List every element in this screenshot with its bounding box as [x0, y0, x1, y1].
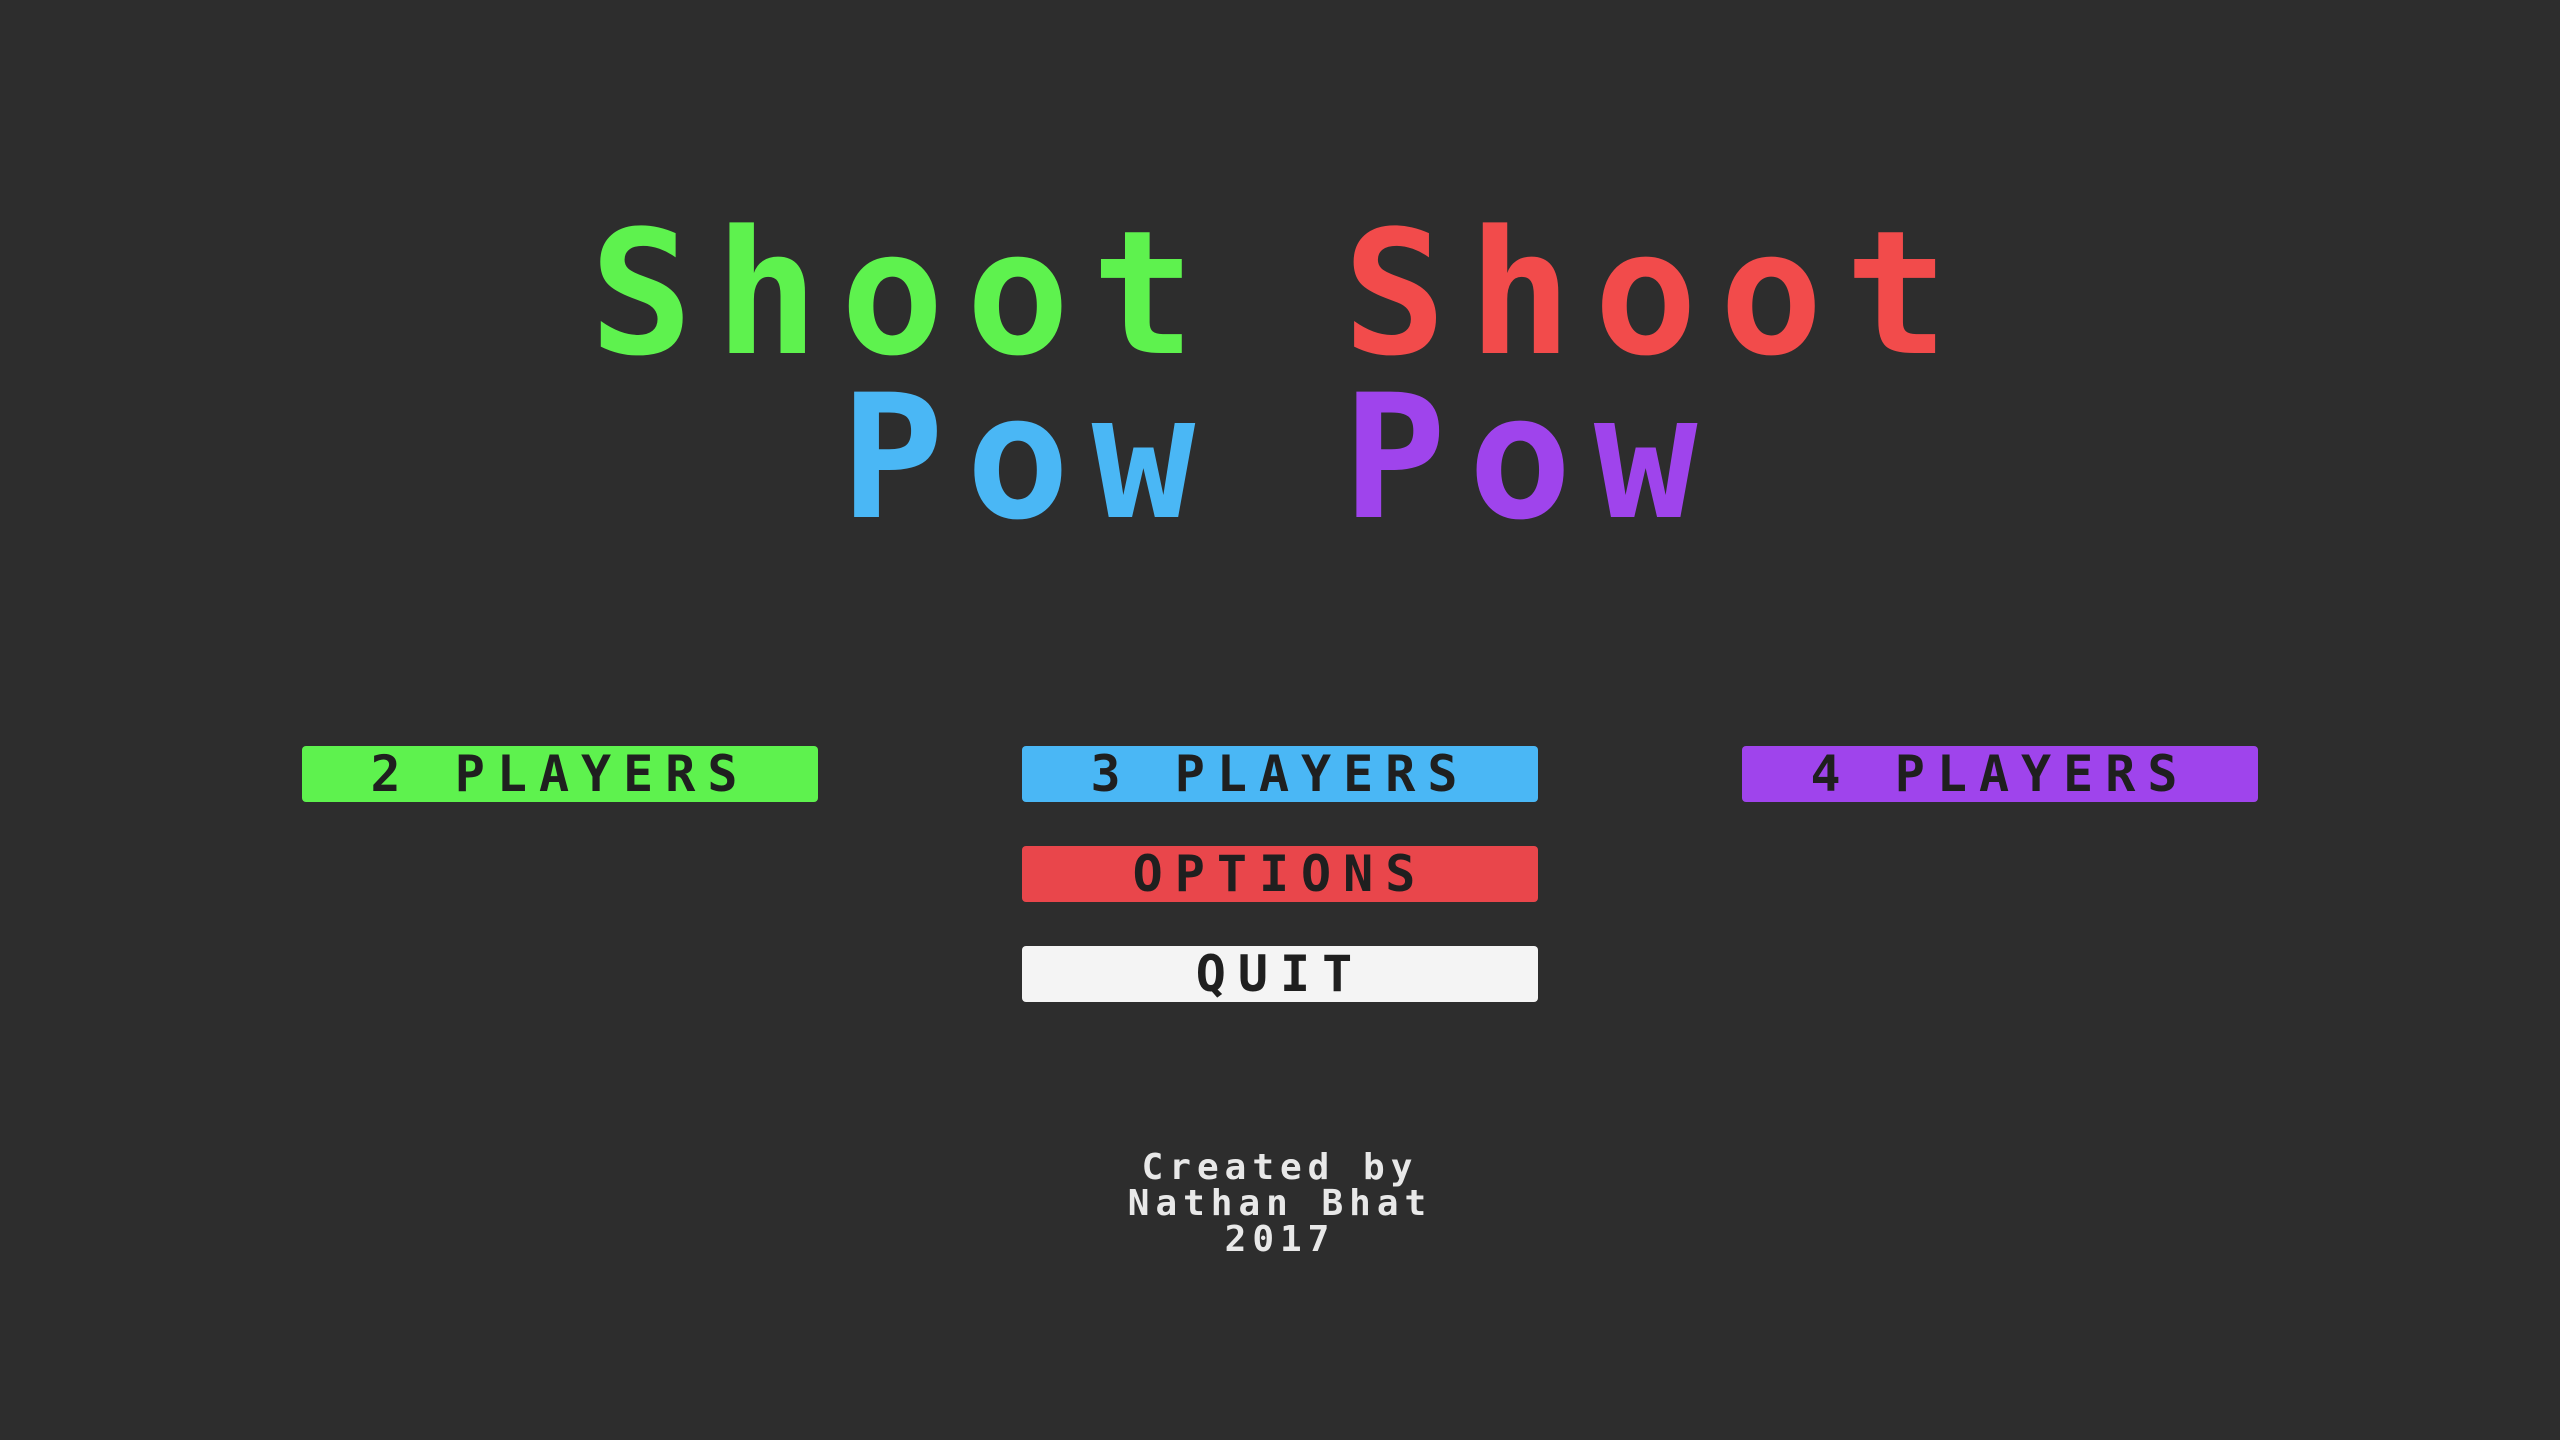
main-menu-screen: Shoot Shoot Pow Pow 2 PLAYERS 3 PLAYERS … — [0, 0, 2560, 1440]
title-word-purple: Pow — [1342, 357, 1720, 558]
credits-line-created-by: Created by — [1141, 1147, 1419, 1188]
options-button[interactable]: OPTIONS — [1022, 845, 1538, 903]
credits: Created by Nathan Bhat 2017 — [0, 1150, 2560, 1258]
title-word-blue: Pow — [840, 357, 1218, 558]
two-players-button[interactable]: 2 PLAYERS — [302, 745, 818, 803]
quit-button[interactable]: QUIT — [1022, 945, 1538, 1003]
three-players-button[interactable]: 3 PLAYERS — [1022, 745, 1538, 803]
credits-line-author: Nathan Bhat — [1127, 1183, 1433, 1224]
title-line-2: Pow Pow — [0, 372, 2560, 544]
credits-line-year: 2017 — [1224, 1219, 1336, 1260]
four-players-button[interactable]: 4 PLAYERS — [1742, 745, 2258, 803]
title-line-1: Shoot Shoot — [0, 208, 2560, 380]
